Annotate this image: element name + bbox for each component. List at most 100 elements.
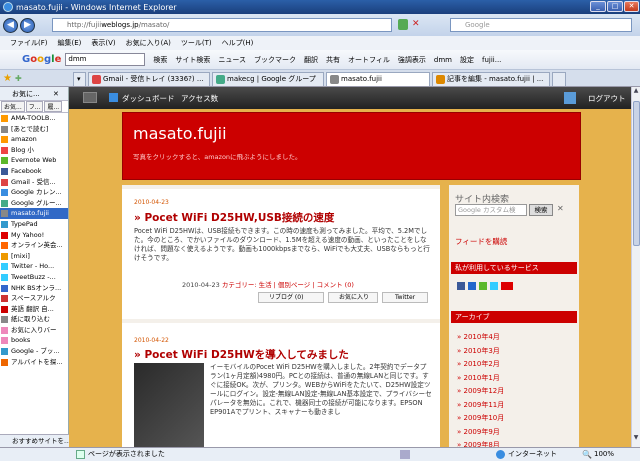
favorite-item[interactable]: [あとで読む] — [0, 124, 68, 135]
archive-link[interactable]: » 2009年11月 — [457, 400, 504, 410]
maximize-button[interactable]: □ — [607, 1, 623, 12]
menu-help[interactable]: ヘルプ(H) — [222, 38, 254, 48]
minimize-button[interactable]: _ — [590, 1, 606, 12]
settings-button[interactable]: 設定 — [460, 55, 474, 65]
stop-icon[interactable]: ✕ — [412, 19, 422, 30]
logout-link[interactable]: ログアウト — [588, 93, 626, 104]
tab-google-groups[interactable]: makecg | Google グループ — [212, 72, 324, 86]
yahoo-icon[interactable] — [501, 282, 513, 290]
favorites-star-icon[interactable]: ★ — [3, 72, 15, 86]
tab-feeds[interactable]: フ... — [25, 101, 44, 112]
tab-edit-article[interactable]: 記事を編集 - masato.fujii | ... — [432, 72, 550, 86]
favorite-item[interactable]: My Yahoo! — [0, 230, 68, 241]
favorite-item[interactable]: Google カレン... — [0, 187, 68, 198]
favorite-item[interactable]: Google グルー... — [0, 198, 68, 209]
highlight-button[interactable]: 強調表示 — [398, 55, 426, 65]
site-search-input[interactable]: Google カスタム検 — [455, 204, 527, 216]
favorite-item[interactable]: 紙に取り込む — [0, 314, 68, 325]
google-search-button[interactable]: 検索 — [153, 55, 167, 65]
favorite-item[interactable]: Twitter - Ho... — [0, 261, 68, 272]
favorite-item[interactable]: Google - ブッ... — [0, 346, 68, 357]
address-bar[interactable]: http://fujiiweblogs.jp/masato/ — [52, 18, 392, 32]
back-button[interactable]: ◀ — [3, 17, 18, 33]
tab-gmail[interactable]: Gmail - 受信トレイ (3336?) ... — [88, 72, 210, 86]
favorite-item[interactable]: masato.fujii — [0, 208, 68, 219]
post-meta-links[interactable]: カテゴリー: 生活 | 個別ページ | コメント (0) — [220, 281, 354, 289]
favorite-item[interactable]: Facebook — [0, 166, 68, 177]
gear-icon[interactable] — [83, 92, 97, 103]
query-highlight-button[interactable]: dmm — [434, 56, 452, 64]
favorite-item[interactable]: [mixi] — [0, 251, 68, 262]
archive-link[interactable]: » 2010年4月 — [457, 332, 500, 342]
notification-icon[interactable] — [564, 92, 576, 104]
autofill-button[interactable]: オートフィル — [348, 55, 390, 65]
forward-button[interactable]: ▶ — [20, 17, 35, 33]
favorite-item[interactable]: AMA-TOOLB... — [0, 113, 68, 124]
close-button[interactable]: ✕ — [624, 1, 639, 12]
bookmark-button[interactable]: ブックマーク — [254, 55, 296, 65]
archive-link[interactable]: » 2009年9月 — [457, 427, 500, 437]
vertical-scrollbar[interactable]: ▲ ▼ — [631, 87, 640, 447]
scroll-thumb[interactable] — [633, 101, 640, 246]
menu-tools[interactable]: ツール(T) — [181, 38, 212, 48]
menu-edit[interactable]: 編集(E) — [58, 38, 82, 48]
tab-history[interactable]: 履... — [44, 101, 63, 112]
twitter-button[interactable]: Twitter — [382, 292, 428, 303]
favorite-item[interactable]: books — [0, 335, 68, 346]
favorite-item[interactable]: Blog 小 — [0, 145, 68, 156]
facebook-icon[interactable] — [457, 282, 465, 290]
tab-list-button[interactable]: ▾ — [73, 72, 86, 86]
site-search-button[interactable]: 検索 — [529, 204, 553, 216]
reblog-button[interactable]: リブログ (0) — [258, 292, 324, 303]
post-title[interactable]: » Pocet WiFi D25HWを導入してみました — [134, 347, 349, 362]
archive-link[interactable]: » 2009年12月 — [457, 386, 504, 396]
favorite-item[interactable]: amazon — [0, 134, 68, 145]
news-button[interactable]: ニュース — [218, 55, 246, 65]
google-search-input[interactable]: dmm — [65, 53, 146, 66]
favorite-item[interactable]: お気に入りバー — [0, 325, 68, 336]
site-search-button[interactable]: サイト検索 — [175, 55, 210, 65]
post-title[interactable]: » Pocet WiFi D25HW,USB接続の速度 — [134, 210, 334, 225]
blog-title[interactable]: masato.fujii — [133, 124, 227, 143]
archive-link[interactable]: » 2010年3月 — [457, 346, 500, 356]
favorite-item[interactable]: 英語 翻訳 自... — [0, 304, 68, 315]
blog-service-icon[interactable] — [468, 282, 476, 290]
favorite-item[interactable]: スペースアルク — [0, 293, 68, 304]
tab-masato-fujii[interactable]: masato.fujii — [326, 72, 430, 86]
evernote-icon[interactable] — [479, 282, 487, 290]
zoom-icon[interactable]: 🔍 — [582, 448, 592, 461]
favorite-item[interactable]: アルバイトを探... — [0, 357, 68, 368]
new-tab-button[interactable] — [552, 72, 566, 86]
clear-search-icon[interactable]: ✕ — [557, 204, 564, 213]
dashboard-link[interactable]: ダッシュボード — [122, 93, 175, 104]
favorite-button[interactable]: お気に入り — [328, 292, 378, 303]
scroll-up-icon[interactable]: ▲ — [632, 87, 640, 99]
favorite-item[interactable]: Evernote Web — [0, 155, 68, 166]
archive-link[interactable]: » 2010年1月 — [457, 373, 500, 383]
archive-link[interactable]: » 2009年10月 — [457, 413, 504, 423]
menu-file[interactable]: ファイル(F) — [10, 38, 48, 48]
favorite-item[interactable]: NHK BSオンラ... — [0, 283, 68, 294]
product-photo[interactable] — [134, 363, 204, 447]
translate-button[interactable]: 翻訳 — [304, 55, 318, 65]
archive-link[interactable]: » 2009年8月 — [457, 440, 500, 447]
favorite-item[interactable]: Gmail - 受信... — [0, 177, 68, 188]
archive-link[interactable]: » 2010年2月 — [457, 359, 500, 369]
recommended-sites-link[interactable]: おすすめサイトを... — [0, 434, 69, 447]
access-link[interactable]: アクセス数 — [181, 93, 218, 104]
feed-link[interactable]: フィードを購読 — [455, 236, 507, 247]
close-panel-icon[interactable]: ✕ — [53, 87, 59, 101]
favorite-item[interactable]: オンライン英会... — [0, 240, 68, 251]
scroll-down-icon[interactable]: ▼ — [632, 434, 640, 446]
refresh-icon[interactable] — [398, 19, 408, 30]
search-box[interactable]: Google — [450, 18, 632, 32]
share-button[interactable]: 共有 — [326, 55, 340, 65]
zoom-level[interactable]: 100% — [594, 448, 614, 461]
twitter-icon[interactable] — [490, 282, 498, 290]
add-favorite-icon[interactable]: ✚ — [15, 72, 27, 86]
favorite-item[interactable]: TypePad — [0, 219, 68, 230]
menu-view[interactable]: 表示(V) — [91, 38, 115, 48]
account-button[interactable]: fujii... — [482, 56, 501, 64]
tab-favorites[interactable]: お気... — [1, 101, 25, 112]
menu-favorites[interactable]: お気に入り(A) — [126, 38, 171, 48]
